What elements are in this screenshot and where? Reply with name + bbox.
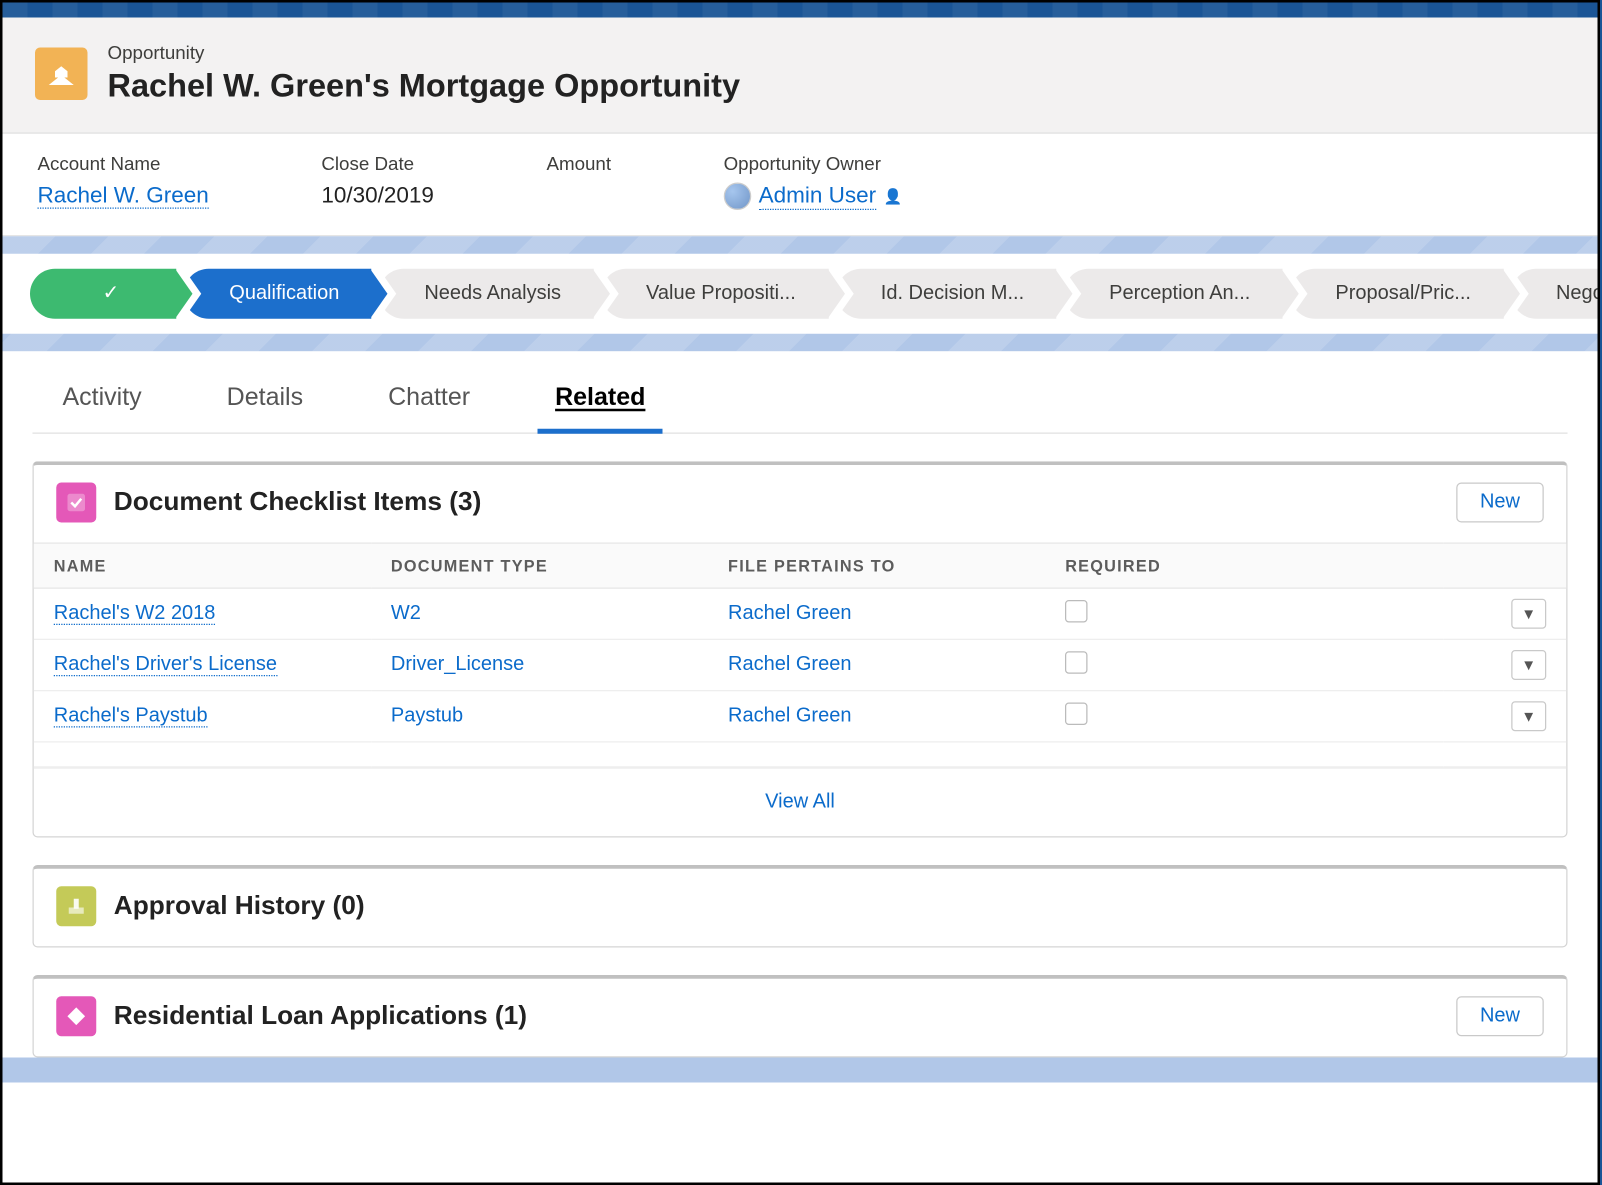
- path-stage-needs-analysis[interactable]: Needs Analysis: [379, 269, 593, 319]
- app-topbar: [3, 3, 1598, 18]
- row-pertains-link[interactable]: Rachel Green: [728, 603, 851, 624]
- change-owner-icon[interactable]: 👤: [884, 188, 903, 206]
- record-tabs: Activity Details Chatter Related: [33, 351, 1568, 434]
- loan-applications-card: Residential Loan Applications (1) New: [33, 975, 1568, 1058]
- view-all-link[interactable]: View All: [34, 768, 1567, 837]
- document-checklist-card: Document Checklist Items (3) New NAME DO…: [33, 461, 1568, 837]
- path-stage-perception[interactable]: Perception An...: [1064, 269, 1283, 319]
- tab-activity[interactable]: Activity: [58, 376, 147, 432]
- opportunity-icon: [35, 48, 88, 101]
- record-header: Opportunity Rachel W. Green's Mortgage O…: [3, 18, 1598, 134]
- required-checkbox[interactable]: [1065, 702, 1088, 725]
- col-file-pertains-to: FILE PERTAINS TO: [708, 543, 1045, 588]
- chevron-down-icon: ▼: [1521, 708, 1536, 726]
- owner-link[interactable]: Admin User: [759, 183, 877, 211]
- approval-icon: [56, 886, 96, 926]
- path-stage-proposal[interactable]: Proposal/Pric...: [1290, 269, 1503, 319]
- tab-details[interactable]: Details: [222, 376, 308, 432]
- close-date-value: 10/30/2019: [321, 183, 434, 209]
- row-name-link[interactable]: Rachel's W2 2018: [54, 603, 216, 626]
- table-row: Rachel's Driver's License Driver_License…: [34, 639, 1567, 690]
- owner-label: Opportunity Owner: [724, 154, 903, 175]
- path-stage-id-decision[interactable]: Id. Decision M...: [836, 269, 1057, 319]
- path-stage-qualification[interactable]: Qualification: [184, 269, 372, 319]
- required-checkbox[interactable]: [1065, 651, 1088, 674]
- object-label: Opportunity: [108, 43, 741, 64]
- col-name: NAME: [34, 543, 371, 588]
- chevron-down-icon: ▼: [1521, 605, 1536, 623]
- loan-app-title: Residential Loan Applications (1): [114, 1001, 527, 1031]
- check-icon: ✓: [103, 283, 120, 304]
- amount-label: Amount: [546, 154, 611, 175]
- chevron-down-icon: ▼: [1521, 656, 1536, 674]
- row-menu-button[interactable]: ▼: [1511, 701, 1546, 731]
- tab-chatter[interactable]: Chatter: [383, 376, 475, 432]
- path-stage-value-proposition[interactable]: Value Propositi...: [601, 269, 828, 319]
- new-loan-app-button[interactable]: New: [1456, 996, 1544, 1036]
- account-name-label: Account Name: [38, 154, 209, 175]
- highlights-panel: Account Name Rachel W. Green Close Date …: [3, 134, 1598, 237]
- row-menu-button[interactable]: ▼: [1511, 650, 1546, 680]
- required-checkbox[interactable]: [1065, 599, 1088, 622]
- row-type-link[interactable]: Driver_License: [391, 654, 524, 675]
- approval-history-card: Approval History (0): [33, 865, 1568, 948]
- col-required: REQUIRED: [1045, 543, 1443, 588]
- checklist-title: Document Checklist Items (3): [114, 488, 482, 518]
- new-checklist-button[interactable]: New: [1456, 483, 1544, 523]
- table-row: Rachel's W2 2018 W2 Rachel Green ▼: [34, 588, 1567, 639]
- row-menu-button[interactable]: ▼: [1511, 599, 1546, 629]
- path-stage-complete[interactable]: ✓: [30, 269, 177, 319]
- row-name-link[interactable]: Rachel's Paystub: [54, 705, 208, 728]
- loan-app-icon: [56, 996, 96, 1036]
- close-date-label: Close Date: [321, 154, 434, 175]
- table-row: Rachel's Paystub Paystub Rachel Green ▼: [34, 691, 1567, 742]
- row-pertains-link[interactable]: Rachel Green: [728, 705, 851, 726]
- tab-related[interactable]: Related: [550, 376, 650, 432]
- sales-path: ✓ Qualification Needs Analysis Value Pro…: [3, 254, 1598, 334]
- page-title: Rachel W. Green's Mortgage Opportunity: [108, 66, 741, 105]
- approval-title: Approval History (0): [114, 891, 365, 921]
- avatar: [724, 183, 752, 211]
- row-pertains-link[interactable]: Rachel Green: [728, 654, 851, 675]
- path-stage-negotiation[interactable]: Nego: [1511, 269, 1598, 319]
- row-type-link[interactable]: W2: [391, 603, 421, 624]
- account-name-link[interactable]: Rachel W. Green: [38, 183, 209, 209]
- row-name-link[interactable]: Rachel's Driver's License: [54, 654, 277, 677]
- checklist-table: NAME DOCUMENT TYPE FILE PERTAINS TO REQU…: [34, 543, 1567, 768]
- col-document-type: DOCUMENT TYPE: [371, 543, 708, 588]
- checklist-icon: [56, 483, 96, 523]
- row-type-link[interactable]: Paystub: [391, 705, 463, 726]
